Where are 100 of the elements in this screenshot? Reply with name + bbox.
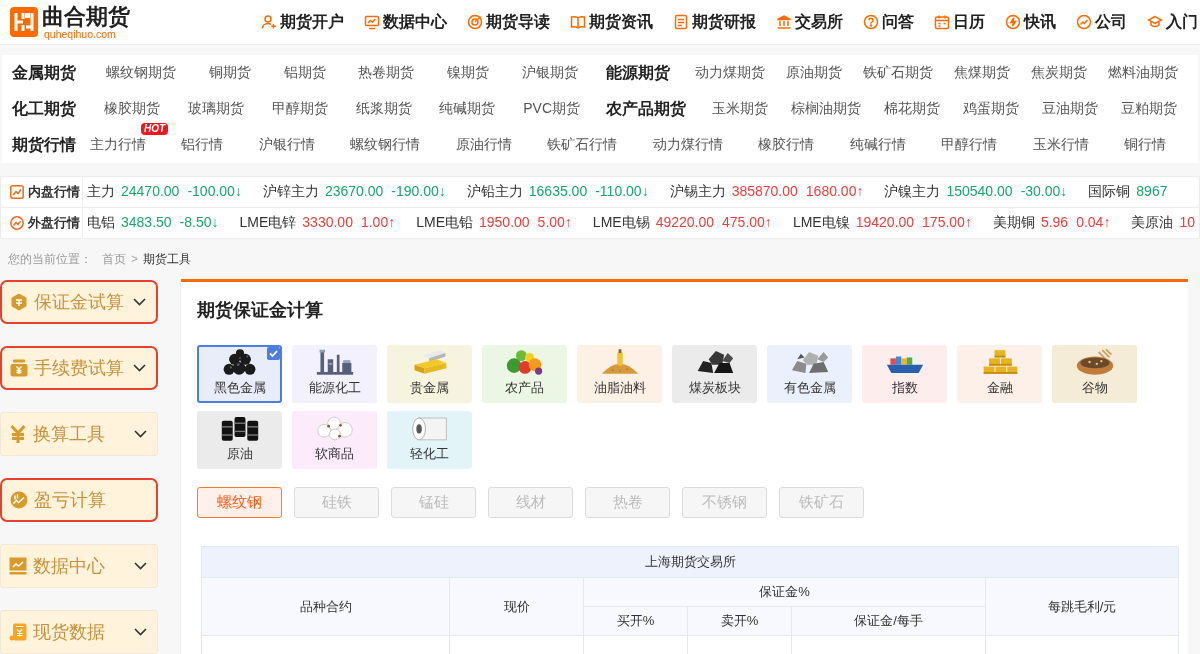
quote-price: 10 — [1179, 214, 1195, 232]
category-link[interactable]: 铁矿石行情 — [547, 136, 618, 154]
quote-price: 8967 — [1136, 183, 1168, 201]
column-header: 卖开% — [687, 606, 792, 636]
category-link[interactable]: 甲醇期货 — [271, 100, 328, 118]
nav-link[interactable]: 数据中心 — [364, 11, 447, 33]
category-tile[interactable]: 原油 — [197, 411, 282, 469]
nav-link[interactable]: 期货资讯 — [570, 11, 653, 33]
category-tile[interactable]: 有色金属 — [767, 345, 852, 403]
yen-wallet-icon — [10, 359, 28, 377]
category-link[interactable]: 原油期货 — [785, 64, 842, 82]
nav-link[interactable]: 期货导读 — [467, 11, 550, 33]
category-link[interactable]: 豆油期货 — [1041, 100, 1098, 118]
hot-badge: HOT — [141, 123, 169, 135]
category-link[interactable]: 豆粕期货 — [1120, 100, 1177, 118]
quote-change: 0.04↑ — [1076, 214, 1111, 232]
category-link[interactable]: 纸浆期货 — [355, 100, 412, 118]
category-link[interactable]: 玉米期货 — [711, 100, 768, 118]
column-header: 每跳毛利/元 — [985, 577, 1179, 636]
paper-roll-icon — [409, 414, 450, 442]
category-link[interactable]: 橡胶期货 — [103, 100, 160, 118]
category-link[interactable]: 棉花期货 — [883, 100, 940, 118]
quote-change: 5.00↑ — [537, 214, 572, 232]
category-link[interactable]: 纯碱期货 — [439, 100, 496, 118]
quote-change: 475.00↑ — [722, 214, 772, 232]
column-header: 买开% — [583, 606, 688, 636]
quote-price: 3330.00 — [302, 214, 353, 232]
category-link[interactable]: PVC期货 — [523, 100, 580, 118]
category-heading: 能源期货 — [606, 62, 670, 84]
nav-link[interactable]: 公司 — [1076, 11, 1127, 33]
profit-chart-icon — [10, 491, 28, 509]
quote-name: 美期铜 — [992, 214, 1035, 232]
category-link[interactable]: 螺纹钢行情 — [350, 136, 421, 154]
category-tile[interactable]: 软商品 — [292, 411, 377, 469]
category-link[interactable]: 棕榈油期货 — [790, 100, 861, 118]
quote-change: -30.00↓ — [1020, 183, 1068, 201]
category-tile[interactable]: 轻化工 — [387, 411, 472, 469]
chart-monitor-icon — [9, 557, 27, 575]
graduation-cap-icon — [1147, 14, 1163, 30]
category-link[interactable]: 沪银期货 — [521, 64, 578, 82]
category-link[interactable]: 铝期货 — [283, 64, 326, 82]
category-link[interactable]: 纯碱行情 — [849, 136, 906, 154]
quote-name: 沪铅主力 — [466, 183, 523, 201]
category-link[interactable]: 橡胶行情 — [758, 136, 815, 154]
category-tile[interactable]: 能源化工 — [292, 345, 377, 403]
category-link[interactable]: 鸡蛋期货 — [962, 100, 1019, 118]
trend-circle-icon — [10, 216, 24, 230]
category-link[interactable]: 动力煤期货 — [694, 64, 765, 82]
category-link[interactable]: 铜行情 — [1124, 136, 1166, 154]
category-tile[interactable]: 煤炭板块 — [672, 345, 757, 403]
quote-change: -190.00↓ — [391, 183, 446, 201]
category-link[interactable]: 镍期货 — [446, 64, 489, 82]
category-link[interactable]: 主力行情 — [90, 136, 146, 154]
nav-link[interactable]: 日历 — [934, 11, 985, 33]
category-link[interactable]: 焦煤期货 — [953, 64, 1010, 82]
yen-icon — [9, 425, 27, 443]
document-icon — [673, 14, 689, 30]
breadcrumb-separator: > — [131, 252, 138, 266]
brand-name: 曲合期货 — [42, 4, 130, 28]
category-tile[interactable]: 谷物 — [1052, 345, 1137, 403]
category-link[interactable]: 甲醇行情 — [941, 136, 998, 154]
category-tile[interactable]: 黑色金属 — [197, 345, 282, 403]
quote-name: LME电铅 — [416, 214, 473, 232]
nav-link[interactable]: 期货开户 — [261, 11, 344, 33]
quote-name: 沪镍主力 — [884, 183, 941, 201]
category-link[interactable]: 玉米行情 — [1032, 136, 1089, 154]
lightning-icon — [1005, 14, 1021, 30]
nav-link[interactable]: 快讯 — [1005, 11, 1056, 33]
category-link[interactable]: 原油行情 — [455, 136, 512, 154]
nav-link[interactable]: 交易所 — [776, 11, 843, 33]
quote-change: 1.00↑ — [360, 214, 396, 232]
quote-price: 3483.50 — [121, 214, 172, 232]
question-icon — [863, 14, 879, 30]
category-link[interactable]: 玻璃期货 — [187, 100, 244, 118]
column-header: 品种合约 — [201, 577, 450, 636]
category-tile[interactable]: 贵金属 — [387, 345, 472, 403]
category-link[interactable]: 铝行情 — [181, 136, 224, 154]
category-link[interactable]: 热卷期货 — [358, 64, 415, 82]
quote-change: -100.00↓ — [187, 183, 242, 201]
category-tile[interactable]: 油脂油料 — [577, 345, 662, 403]
nav-link[interactable]: 问答 — [863, 11, 914, 33]
nav-link[interactable]: 期货研报 — [673, 11, 756, 33]
category-link[interactable]: 螺纹钢期货 — [106, 64, 177, 82]
quote-name: LME电镍 — [792, 214, 850, 232]
category-tile[interactable]: 指数 — [862, 345, 947, 403]
grain-oil-icon — [599, 348, 640, 376]
category-link[interactable]: 燃料油期货 — [1107, 64, 1178, 82]
category-link[interactable]: 焦炭期货 — [1030, 64, 1087, 82]
category-link[interactable]: 沪银行情 — [258, 136, 315, 154]
ticker-label[interactable]: 内盘行情 — [28, 183, 80, 201]
category-link[interactable]: 动力煤行情 — [652, 136, 723, 154]
quote-name: 主力 — [87, 183, 115, 201]
category-tile[interactable]: 农产品 — [482, 345, 567, 403]
category-link[interactable]: 铁矿石期货 — [862, 64, 933, 82]
category-link[interactable]: 铜期货 — [209, 64, 251, 82]
trend-chart-icon — [10, 185, 24, 199]
category-tile[interactable]: 金融 — [957, 345, 1042, 403]
category-heading: 农产品期货 — [606, 98, 686, 120]
nav-link[interactable]: 入门 — [1147, 11, 1198, 33]
ticker-label[interactable]: 外盘行情 — [28, 214, 80, 232]
